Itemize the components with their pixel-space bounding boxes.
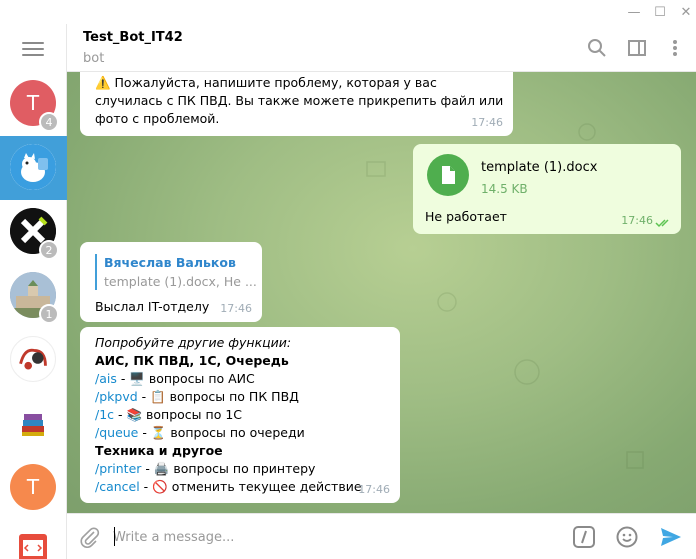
maximize-button[interactable]: ☐ [650,2,670,22]
chat-title[interactable]: Test_Bot_IT42 [83,30,183,45]
command-link[interactable]: /queue [95,425,138,440]
unread-badge: 4 [39,112,59,132]
command-line: /1c - 📚 вопросы по 1С [95,406,395,424]
chat-item[interactable]: T 4 [0,72,67,136]
command-line: /ais - 🖥️ вопросы по АИС [95,370,395,388]
unread-badge: 2 [39,240,59,260]
command-line: /cancel - 🚫 отменить текущее действие [95,478,395,496]
command-line: /queue - ⏳ вопросы по очереди [95,424,395,442]
message-time: 17:46 [621,214,653,227]
message-input[interactable] [113,527,553,547]
reply-author[interactable]: Вячеслав Вальков [104,254,236,272]
command-link[interactable]: /cancel [95,479,140,494]
unread-badge: 1 [39,304,59,324]
message-incoming[interactable]: ⚠️ Пожалуйста, напишите проблему, котора… [80,72,513,136]
message-body: Попробуйте другие функции: АИС, ПК ПВД, … [95,334,395,496]
send-icon[interactable] [659,525,683,549]
more-options-icon[interactable] [665,38,685,58]
avatar: T [10,464,56,510]
paperclip-icon[interactable] [79,526,101,548]
message-time: 17:46 [471,116,503,129]
message-incoming[interactable]: Попробуйте другие функции: АИС, ПК ПВД, … [80,327,400,503]
reply-preview[interactable]: template (1).docx, Не ... [104,273,257,291]
menu-icon[interactable] [22,42,44,58]
search-icon[interactable] [587,38,607,58]
command-line: /pkpvd - 📋 вопросы по ПК ПВД [95,388,395,406]
message-intro: Попробуйте другие функции: [95,335,292,350]
chat-sidebar: T 4 2 1 T [0,24,67,559]
command-description: - ⏳ вопросы по очереди [138,425,305,440]
chat-header: Test_Bot_IT42 bot [67,24,696,72]
command-link[interactable]: /ais [95,371,117,386]
bot-commands-icon[interactable] [572,525,596,549]
message-time: 17:46 [220,302,252,315]
sidebar-toggle-icon[interactable] [627,38,647,58]
window-titlebar: — ☐ ✕ [0,0,696,24]
section-heading: Техника и другое [95,443,223,458]
chat-item[interactable]: 2 [0,200,67,264]
command-link[interactable]: /1c [95,407,114,422]
message-incoming[interactable]: Вячеслав Вальков template (1).docx, Не .… [80,242,262,322]
file-icon[interactable] [427,154,469,196]
command-link[interactable]: /printer [95,461,141,476]
command-description: - 🚫 отменить текущее действие [139,479,362,494]
books-avatar [10,400,56,446]
message-composer [67,513,696,559]
command-description: - 🖨️ вопросы по принтеру [141,461,316,476]
message-list: ⚠️ Пожалуйста, напишите проблему, котора… [67,72,696,513]
chat-item[interactable]: 1 [0,264,67,328]
emoji-icon[interactable] [615,525,639,549]
message-text: ⚠️ Пожалуйста, напишите проблему, котора… [95,75,504,126]
cat-logo-avatar [10,336,56,382]
command-description: - 📋 вопросы по ПК ПВД [137,389,299,404]
command-line: /printer - 🖨️ вопросы по принтеру [95,460,395,478]
message-outgoing[interactable]: template (1).docx 14.5 KB Не работает 17… [413,144,681,234]
reply-bar [95,254,97,290]
chat-status: bot [83,51,105,66]
code-logo-avatar [10,528,56,559]
chat-item[interactable]: T [0,456,67,520]
bot-avatar-cat-icon [10,144,56,190]
message-text: Выслал IT-отделу [95,299,210,314]
chat-item[interactable] [0,520,67,559]
file-size: 14.5 KB [481,182,528,196]
section-heading: АИС, ПК ПВД, 1С, Очередь [95,353,289,368]
chat-item[interactable] [0,328,67,392]
chat-item[interactable] [0,392,67,456]
command-link[interactable]: /pkpvd [95,389,138,404]
command-description: - 🖥️ вопросы по АИС [116,371,255,386]
close-button[interactable]: ✕ [676,2,696,22]
read-checkmarks-icon [655,219,669,228]
text-cursor [114,527,115,546]
message-text: Не работает [425,209,507,224]
message-time: 17:46 [358,483,390,496]
command-description: - 📚 вопросы по 1С [114,407,243,422]
file-name[interactable]: template (1).docx [481,159,597,177]
minimize-button[interactable]: — [624,2,644,22]
chat-item-active[interactable] [0,136,67,200]
